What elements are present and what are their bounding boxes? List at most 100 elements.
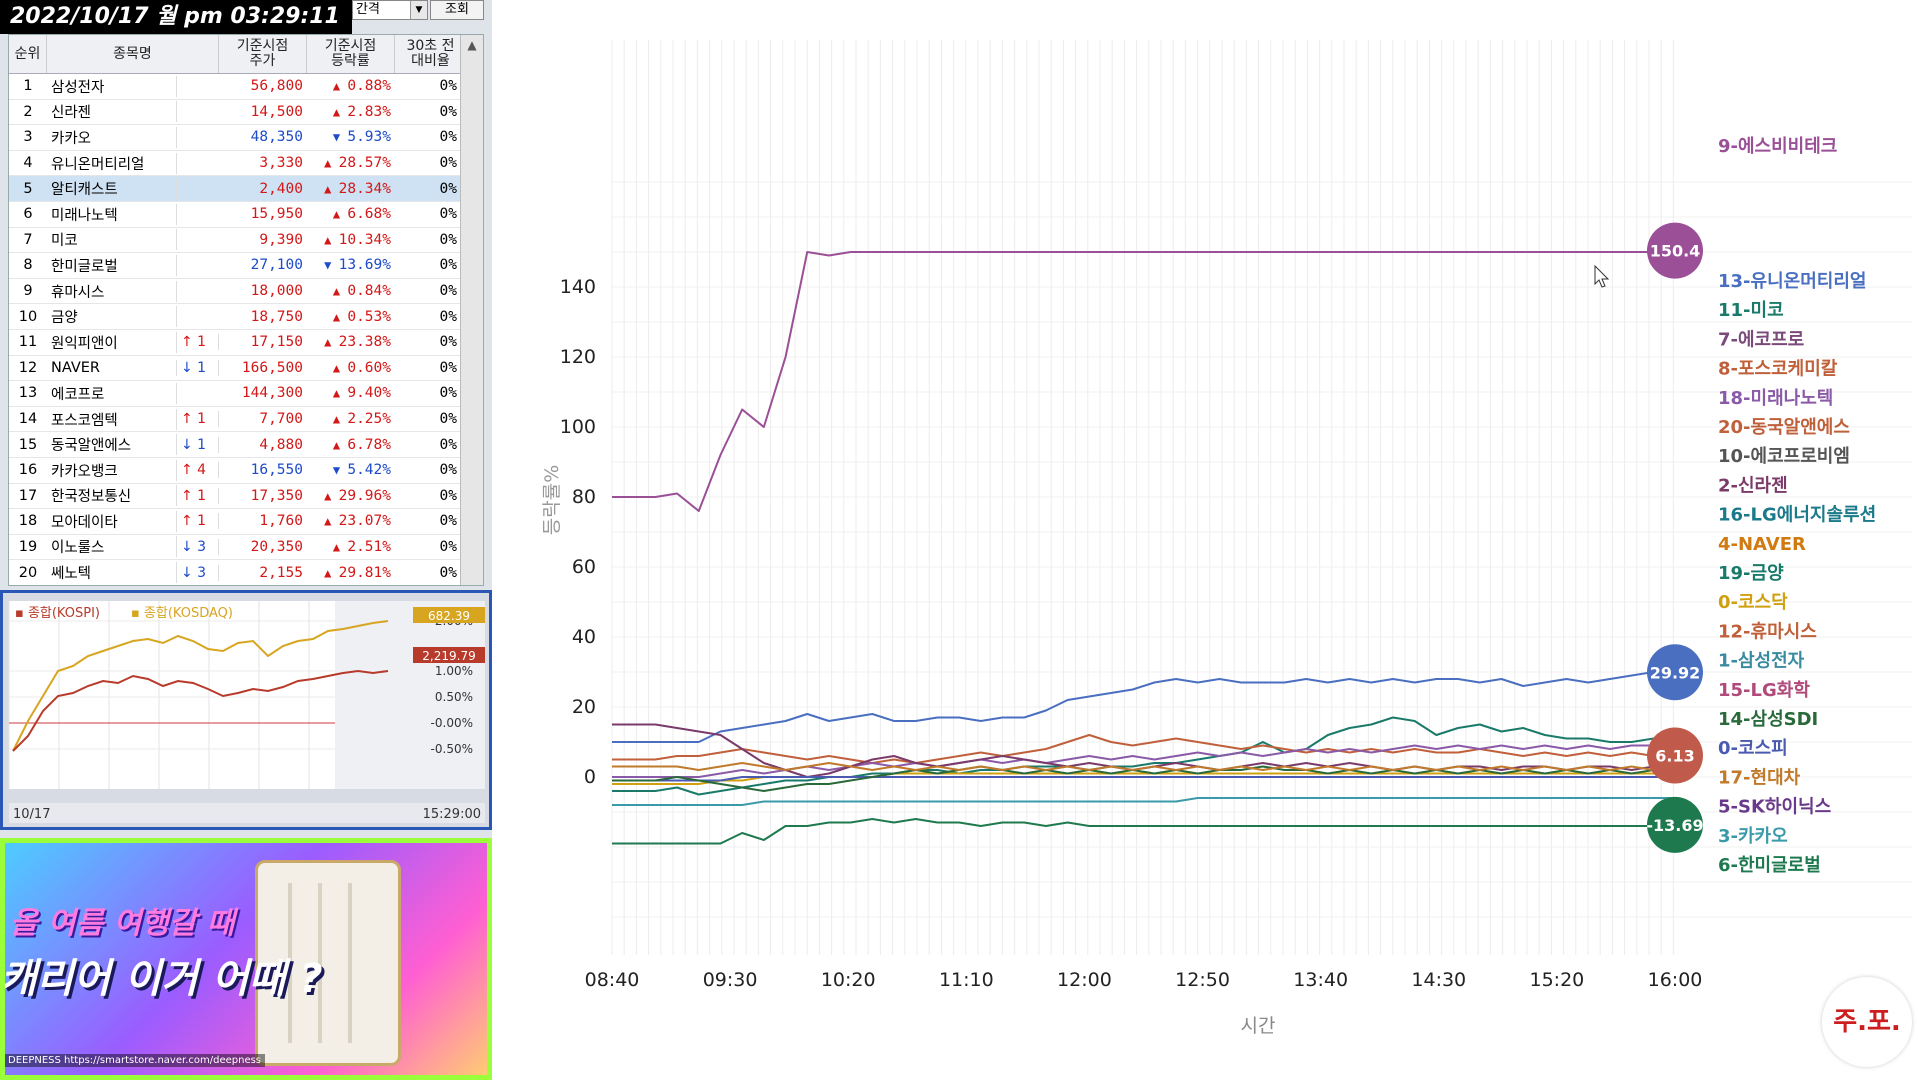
rank-change-cell: ↑ 1 bbox=[177, 513, 219, 530]
table-row[interactable]: 16 카카오뱅크 ↑ 4 16,550 ▼ 5.42% 0% bbox=[9, 458, 483, 484]
rank-cell: 18 bbox=[18, 513, 38, 530]
change-30s-cell: 0% bbox=[439, 103, 457, 120]
rate-cell: ▲ 0.84% bbox=[332, 283, 391, 300]
table-row[interactable]: 11 원익피앤이 ↑ 1 17,150 ▲ 23.38% 0% bbox=[9, 330, 483, 356]
table-row[interactable]: 1 삼성전자 56,800 ▲ 0.88% 0% bbox=[9, 74, 483, 100]
rank-cell: 8 bbox=[23, 257, 33, 274]
stock-name-cell: NAVER bbox=[47, 359, 177, 376]
rank-cell: 15 bbox=[18, 436, 38, 453]
index-mini-chart: 2.00%1.00%0.50%-0.00%-0.50%▪ 종합(KOSPI)▪ … bbox=[0, 590, 492, 830]
rank-change-cell: ↓ 1 bbox=[177, 436, 219, 453]
series-line bbox=[612, 765, 1675, 792]
stock-name-cell: 휴마시스 bbox=[47, 280, 177, 302]
triangle-down-icon: ▼ bbox=[324, 258, 339, 273]
table-row[interactable]: 4 유니온머티리얼 3,330 ▲ 28.57% 0% bbox=[9, 151, 483, 177]
legend-entry: 14-삼성SDI bbox=[1718, 709, 1818, 730]
table-header-cell[interactable]: 종목명 bbox=[47, 35, 219, 73]
change-30s-cell: 0% bbox=[439, 180, 457, 197]
table-header-cell[interactable]: 기준시점 등락률 bbox=[307, 35, 395, 73]
legend-entry: 8-포스코케미칼 bbox=[1718, 359, 1838, 380]
rank-change-cell: ↓ 1 bbox=[177, 359, 219, 376]
change-30s-cell: 0% bbox=[439, 487, 457, 504]
triangle-up-icon: ▲ bbox=[324, 335, 339, 350]
legend-entry: 15-LG화학 bbox=[1718, 679, 1810, 701]
left-panel: 2022/10/17 월 pm 03:29:11 간격 ▼ 조회 순위 종목명 기준… bbox=[0, 0, 492, 1080]
triangle-up-icon: ▲ bbox=[332, 412, 348, 427]
table-row[interactable]: 19 이노룰스 ↓ 3 20,350 ▲ 2.51% 0% bbox=[9, 535, 483, 561]
table-row[interactable]: 2 신라젠 14,500 ▲ 2.83% 0% bbox=[9, 100, 483, 126]
price-cell: 144,300 bbox=[241, 385, 303, 402]
rate-cell: ▼ 13.69% bbox=[324, 257, 391, 274]
scroll-up-icon[interactable]: ▲ bbox=[461, 35, 483, 55]
table-row[interactable]: 7 미코 9,390 ▲ 10.34% 0% bbox=[9, 228, 483, 254]
rank-cell: 9 bbox=[23, 283, 33, 300]
table-row[interactable]: 14 포스코엠텍 ↑ 1 7,700 ▲ 2.25% 0% bbox=[9, 407, 483, 433]
price-cell: 3,330 bbox=[259, 155, 303, 172]
table-body: 1 삼성전자 56,800 ▲ 0.88% 0% 2 신라젠 14,500 ▲ 2.83% 0% 3… bbox=[9, 74, 483, 585]
triangle-up-icon: ▲ bbox=[324, 156, 339, 171]
table-scrollbar[interactable]: ▲ bbox=[460, 35, 483, 585]
triangle-up-icon: ▲ bbox=[332, 207, 348, 222]
triangle-up-icon: ▲ bbox=[324, 514, 339, 529]
change-30s-cell: 0% bbox=[439, 155, 457, 172]
table-row[interactable]: 8 한미글로벌 27,100 ▼ 13.69% 0% bbox=[9, 253, 483, 279]
table-row[interactable]: 20 쎄노텍 ↓ 3 2,155 ▲ 29.81% 0% bbox=[9, 560, 483, 585]
change-30s-cell: 0% bbox=[439, 436, 457, 453]
legend-entry: 2-신라젠 bbox=[1718, 475, 1788, 496]
rate-cell: ▲ 2.51% bbox=[332, 538, 391, 555]
table-header-cell[interactable]: 기준시점 주가 bbox=[219, 35, 307, 73]
y-tick-label: 0 bbox=[584, 766, 596, 788]
triangle-up-icon: ▲ bbox=[332, 437, 348, 452]
rank-cell: 14 bbox=[18, 411, 38, 428]
rate-cell: ▲ 6.68% bbox=[332, 206, 391, 223]
index-y-tick: 0.50% bbox=[435, 690, 473, 704]
change-30s-cell: 0% bbox=[439, 206, 457, 223]
stock-name-cell: 금양 bbox=[47, 306, 177, 328]
table-row[interactable]: 18 모아데이타 ↑ 1 1,760 ▲ 23.07% 0% bbox=[9, 509, 483, 535]
change-30s-cell: 0% bbox=[439, 359, 457, 376]
table-row[interactable]: 15 동국알앤에스 ↓ 1 4,880 ▲ 6.78% 0% bbox=[9, 432, 483, 458]
table-header-cell[interactable]: 순위 bbox=[9, 35, 47, 73]
change-30s-cell: 0% bbox=[439, 385, 457, 402]
price-cell: 17,150 bbox=[250, 334, 303, 351]
query-button[interactable]: 조회 bbox=[430, 0, 484, 20]
table-row[interactable]: 6 미래나노텍 15,950 ▲ 6.68% 0% bbox=[9, 202, 483, 228]
x-tick-label: 12:00 bbox=[1057, 969, 1112, 991]
triangle-up-icon: ▲ bbox=[324, 232, 339, 247]
y-tick-label: 100 bbox=[560, 416, 596, 438]
index-y-tick: -0.50% bbox=[431, 742, 473, 756]
triangle-up-icon: ▲ bbox=[324, 488, 339, 503]
legend-entry: 10-에코프로비엠 bbox=[1718, 446, 1850, 467]
stock-name-cell: 이노룰스 bbox=[47, 536, 177, 558]
legend-entry: 17-현대차 bbox=[1718, 767, 1801, 788]
rank-cell: 20 bbox=[18, 564, 38, 581]
triangle-up-icon: ▲ bbox=[332, 104, 348, 119]
interval-select[interactable]: 간격 ▼ bbox=[352, 0, 428, 20]
x-tick-label: 11:10 bbox=[939, 969, 994, 991]
change-30s-cell: 0% bbox=[439, 78, 457, 95]
triangle-up-icon: ▲ bbox=[332, 539, 348, 554]
chevron-down-icon[interactable]: ▼ bbox=[410, 1, 427, 19]
change-30s-cell: 0% bbox=[439, 308, 457, 325]
table-row[interactable]: 17 한국정보통신 ↑ 1 17,350 ▲ 29.96% 0% bbox=[9, 484, 483, 510]
table-row[interactable]: 13 에코프로 144,300 ▲ 9.40% 0% bbox=[9, 381, 483, 407]
mouse-cursor-icon bbox=[1594, 264, 1610, 288]
legend-kosdaq: ▪ 종합(KOSDAQ) bbox=[131, 606, 233, 621]
table-row[interactable]: 10 금양 18,750 ▲ 0.53% 0% bbox=[9, 304, 483, 330]
ad-banner[interactable]: 올 여름 여행갈 때 캐리어 이거 어때 ? DEEPNESS https://… bbox=[0, 838, 492, 1080]
change-30s-cell: 0% bbox=[439, 129, 457, 146]
series-line bbox=[612, 776, 1675, 782]
index-date-label: 10/17 bbox=[13, 807, 50, 822]
stock-name-cell: 신라젠 bbox=[47, 101, 177, 123]
table-row[interactable]: 9 휴마시스 18,000 ▲ 0.84% 0% bbox=[9, 279, 483, 305]
legend-entry: 20-동국알앤에스 bbox=[1718, 417, 1850, 438]
table-header-cell[interactable]: 30초 전 대비율 bbox=[395, 35, 467, 73]
rate-cell: ▲ 0.88% bbox=[332, 78, 391, 95]
y-tick-label: 40 bbox=[572, 626, 596, 648]
table-row[interactable]: 12 NAVER ↓ 1 166,500 ▲ 0.60% 0% bbox=[9, 356, 483, 382]
table-row[interactable]: 5 알티캐스트 2,400 ▲ 28.34% 0% bbox=[9, 176, 483, 202]
x-tick-label: 12:50 bbox=[1175, 969, 1230, 991]
triangle-up-icon: ▲ bbox=[332, 79, 348, 94]
table-row[interactable]: 3 카카오 48,350 ▼ 5.93% 0% bbox=[9, 125, 483, 151]
price-cell: 56,800 bbox=[250, 78, 303, 95]
